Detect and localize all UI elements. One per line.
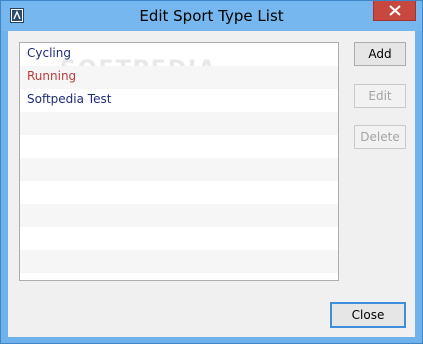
- close-icon: [389, 5, 401, 16]
- title-bar[interactable]: Edit Sport Type List: [1, 1, 422, 31]
- sport-type-list[interactable]: SOFTPEDIA Cycling Running Softpedia Test: [19, 42, 339, 281]
- empty-list-row: [20, 135, 338, 158]
- empty-list-row: [20, 181, 338, 204]
- delete-button[interactable]: Delete: [354, 125, 406, 149]
- empty-list-row: [20, 204, 338, 227]
- dialog-window: Edit Sport Type List SOFTPEDIA Cycling R…: [0, 0, 423, 344]
- window-title: Edit Sport Type List: [139, 7, 284, 25]
- dialog-content: SOFTPEDIA Cycling Running Softpedia Test…: [8, 31, 415, 337]
- empty-list-row: [20, 227, 338, 250]
- add-button[interactable]: Add: [354, 42, 406, 66]
- list-item[interactable]: Cycling: [20, 43, 338, 66]
- list-item[interactable]: Running: [20, 66, 338, 89]
- window-close-button[interactable]: [373, 1, 416, 21]
- empty-list-row: [20, 273, 338, 280]
- list-item[interactable]: Softpedia Test: [20, 89, 338, 112]
- close-button[interactable]: Close: [330, 302, 406, 328]
- empty-list-row: [20, 158, 338, 181]
- empty-list-row: [20, 250, 338, 273]
- empty-list-row: [20, 112, 338, 135]
- edit-button[interactable]: Edit: [354, 84, 406, 108]
